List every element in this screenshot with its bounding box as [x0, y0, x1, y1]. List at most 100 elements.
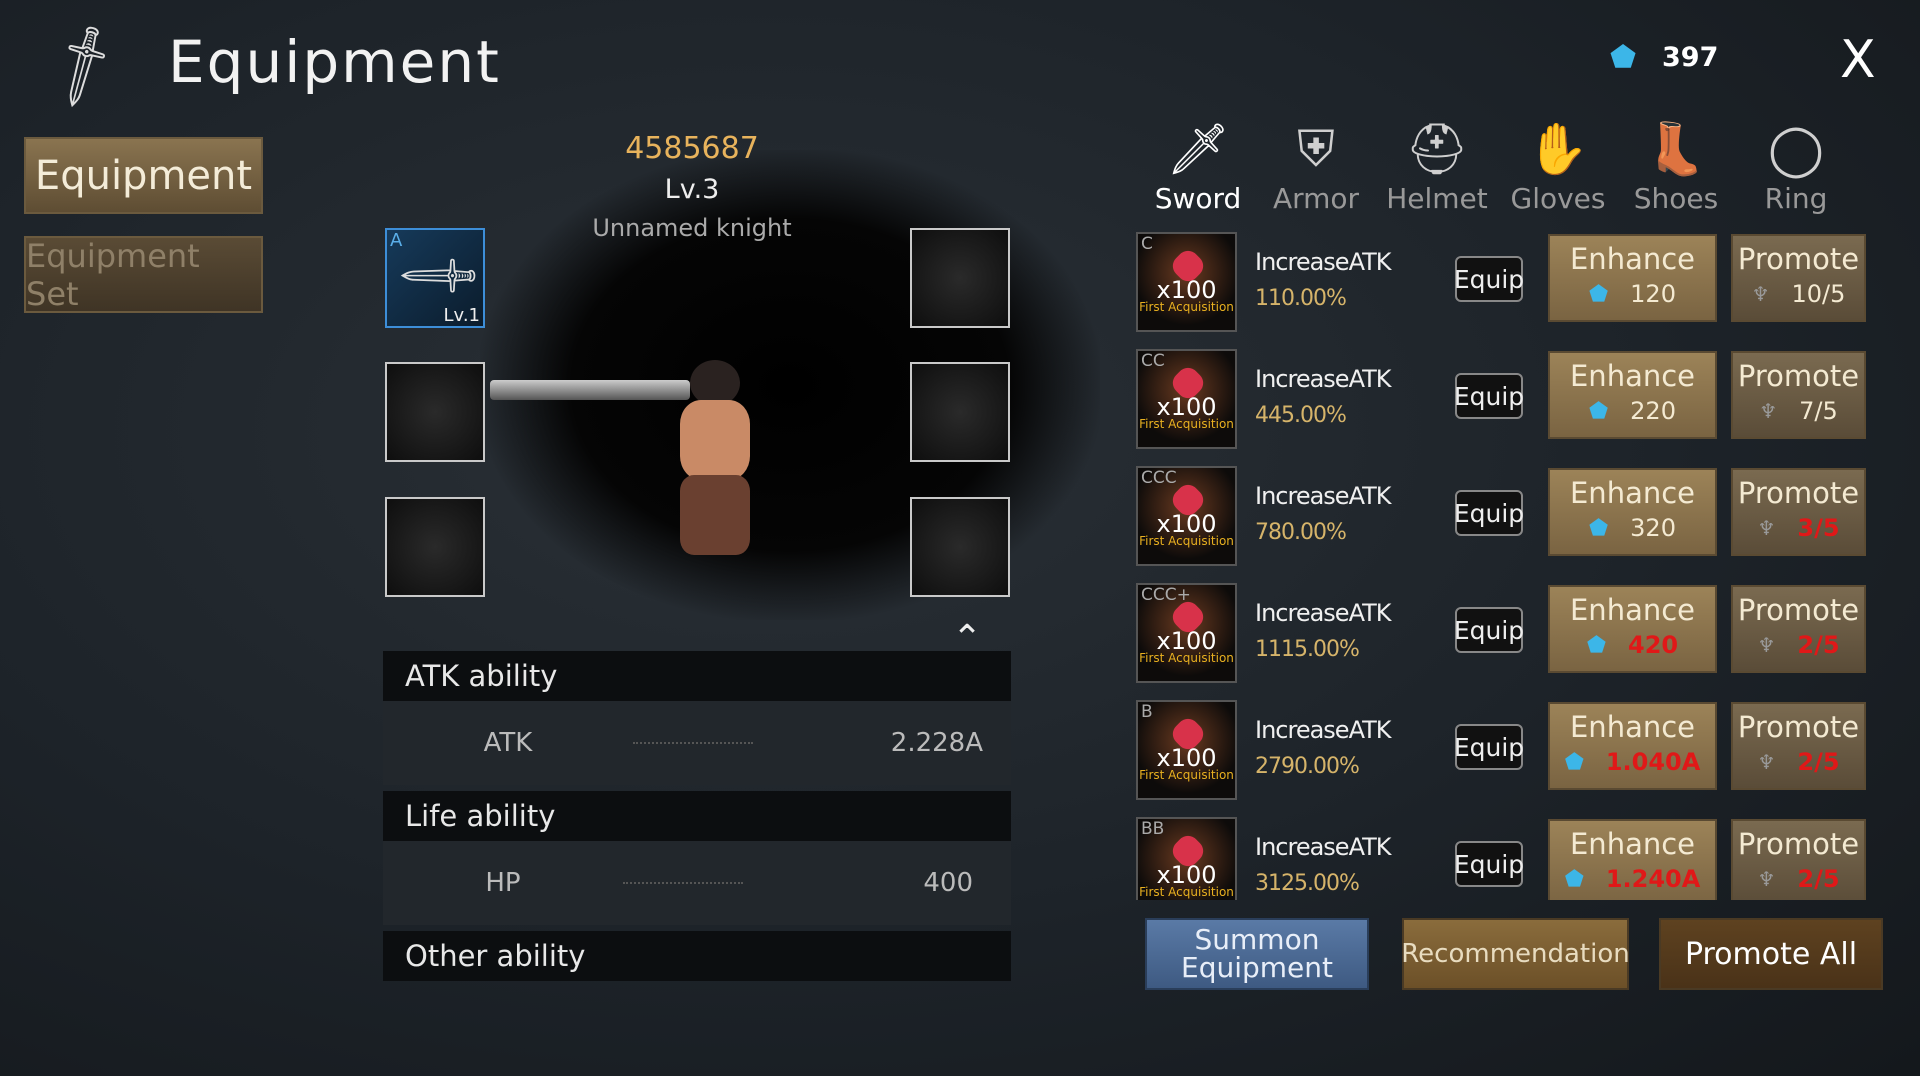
item-icon[interactable]: CC x100 First Acquisition — [1136, 349, 1237, 449]
gloves-icon: ✋ — [1526, 120, 1590, 178]
equip-button[interactable]: Equip — [1454, 490, 1524, 536]
combat-power: 4585687 — [625, 131, 759, 166]
tab-armor[interactable]: ⛨ Armor — [1261, 120, 1371, 215]
equip-button[interactable]: Equip — [1454, 841, 1524, 887]
equipped-sword-slot[interactable]: A 🗡 Lv.1 — [385, 228, 486, 328]
demon-mask-icon: ♆ — [1751, 282, 1770, 306]
enhance-label: Enhance — [1569, 476, 1696, 510]
tab-label: Ring — [1764, 182, 1828, 215]
stats-panel: ATK ability ATK 2.228A Life ability HP 4… — [383, 651, 1011, 981]
enhance-label: Enhance — [1569, 593, 1696, 627]
atk-stat-row: ATK 2.228A — [383, 701, 1011, 785]
promote-count: 10/5 — [1791, 280, 1846, 308]
item-icon[interactable]: BB x100 First Acquisition — [1136, 817, 1237, 900]
tab-equipment-set[interactable]: Equipment Set — [24, 236, 263, 313]
promote-button[interactable]: Promote ♆ 3/5 — [1731, 468, 1866, 556]
equip-button[interactable]: Equip — [1454, 724, 1524, 770]
item-tag: First Acquisition — [1139, 417, 1234, 431]
empty-slot[interactable] — [385, 362, 485, 462]
enhance-cost: 220 — [1630, 397, 1676, 425]
promote-button[interactable]: Promote ♆ 10/5 — [1731, 234, 1866, 322]
tab-label: Gloves — [1510, 182, 1606, 215]
tab-shoes[interactable]: 👢 Shoes — [1621, 120, 1731, 215]
enhance-cost: 120 — [1630, 280, 1676, 308]
character-level: Lv.3 — [664, 174, 720, 205]
promote-count: 3/5 — [1797, 514, 1840, 542]
promote-label: Promote — [1737, 359, 1860, 393]
list-item: CCC+ x100 First Acquisition IncreaseATK 11… — [1130, 579, 1880, 687]
item-icon[interactable]: CCC+ x100 First Acquisition — [1136, 583, 1237, 683]
promote-button[interactable]: Promote ♆ 2/5 — [1731, 585, 1866, 673]
item-tag: First Acquisition — [1139, 534, 1234, 548]
enhance-cost: 1.240A — [1605, 865, 1701, 893]
enhance-button[interactable]: Enhance ⬟ 420 — [1548, 585, 1717, 673]
item-tag: First Acquisition — [1139, 651, 1234, 665]
list-item: Cx100 First Acquisition IncreaseATK 110.0… — [1130, 228, 1880, 336]
item-icon[interactable]: Cx100 First Acquisition — [1136, 232, 1237, 332]
item-grade: CC — [1141, 351, 1165, 371]
empty-slot[interactable] — [910, 497, 1010, 597]
item-icon[interactable]: CCC x100 First Acquisition — [1136, 466, 1237, 566]
tab-label: Helmet — [1386, 182, 1488, 215]
list-item: CCC x100 First Acquisition IncreaseATK 780… — [1130, 462, 1880, 570]
tab-gloves[interactable]: ✋ Gloves — [1503, 120, 1613, 215]
enhance-button[interactable]: Enhance ⬟ 320 — [1548, 468, 1717, 556]
promote-label: Promote — [1737, 827, 1860, 861]
enhance-label: Enhance — [1569, 827, 1696, 861]
item-grade: B — [1141, 702, 1153, 722]
blue-gem-icon: ⬟ — [1586, 632, 1606, 658]
recommendation-button[interactable]: Recommendation — [1401, 918, 1630, 990]
item-icon[interactable]: Bx100 First Acquisition — [1136, 700, 1237, 800]
page-title: Equipment — [168, 28, 501, 96]
promote-button[interactable]: Promote ♆ 7/5 — [1731, 351, 1866, 439]
equip-button[interactable]: Equip — [1454, 256, 1524, 302]
enhance-button[interactable]: Enhance ⬟ 1.240A — [1548, 819, 1717, 900]
empty-slot[interactable] — [910, 362, 1010, 462]
enhance-button[interactable]: Enhance ⬟ 120 — [1548, 234, 1717, 322]
demon-mask-icon: ♆ — [1757, 633, 1776, 657]
stat-label: HP — [485, 868, 521, 898]
character-name: Unnamed knight — [592, 214, 792, 242]
tab-equipment[interactable]: Equipment — [24, 137, 263, 214]
blue-gem-icon: ⬟ — [1564, 866, 1584, 892]
tab-helmet[interactable]: ⛑ Helmet — [1382, 120, 1492, 215]
enhance-button[interactable]: Enhance ⬟ 1.040A — [1548, 702, 1717, 790]
tab-label: Armor — [1272, 182, 1360, 215]
tab-ring[interactable]: ◯ Ring — [1741, 120, 1851, 215]
promote-button[interactable]: Promote ♆ 2/5 — [1731, 819, 1866, 900]
blue-gem-icon: ⬟ — [1589, 515, 1609, 541]
promote-all-button[interactable]: Promote All — [1659, 918, 1883, 990]
enhance-label: Enhance — [1569, 710, 1696, 744]
equip-button[interactable]: Equip — [1454, 607, 1524, 653]
item-percent: 1115.00% — [1255, 637, 1360, 662]
enhance-button[interactable]: Enhance ⬟ 220 — [1548, 351, 1717, 439]
list-item: BB x100 First Acquisition IncreaseATK 3125… — [1130, 813, 1880, 900]
item-tag: First Acquisition — [1139, 768, 1234, 782]
tab-label: Shoes — [1633, 182, 1719, 215]
item-name: IncreaseATK — [1255, 248, 1392, 276]
slot-level: Lv.1 — [443, 305, 480, 326]
blue-gem-icon: ⬟ — [1589, 281, 1609, 307]
item-name: IncreaseATK — [1255, 482, 1392, 510]
blue-gem-icon: ⬟ — [1610, 40, 1637, 75]
promote-count: 2/5 — [1797, 631, 1840, 659]
demon-mask-icon: ♆ — [1757, 516, 1776, 540]
item-percent: 2790.00% — [1255, 754, 1360, 779]
list-item: Bx100 First Acquisition IncreaseATK 2790.… — [1130, 696, 1880, 804]
empty-slot[interactable] — [385, 497, 485, 597]
tab-sword[interactable]: 🗡 Sword — [1143, 120, 1253, 215]
close-button[interactable]: X — [1840, 30, 1876, 90]
summon-equipment-button[interactable]: Summon Equipment — [1145, 918, 1369, 990]
blue-gem-icon: ⬟ — [1589, 398, 1609, 424]
hp-stat-row: HP 400 — [383, 841, 1011, 925]
equip-button[interactable]: Equip — [1454, 373, 1524, 419]
item-name: IncreaseATK — [1255, 599, 1392, 627]
promote-label: Promote — [1737, 476, 1860, 510]
promote-button[interactable]: Promote ♆ 2/5 — [1731, 702, 1866, 790]
empty-slot[interactable] — [910, 228, 1010, 328]
blue-gem-icon: ⬟ — [1564, 749, 1584, 775]
stat-value: 400 — [923, 868, 973, 898]
equipment-list[interactable]: Cx100 First Acquisition IncreaseATK 110.0… — [1130, 228, 1880, 900]
promote-label: Promote — [1737, 593, 1860, 627]
item-percent: 110.00% — [1255, 286, 1347, 311]
